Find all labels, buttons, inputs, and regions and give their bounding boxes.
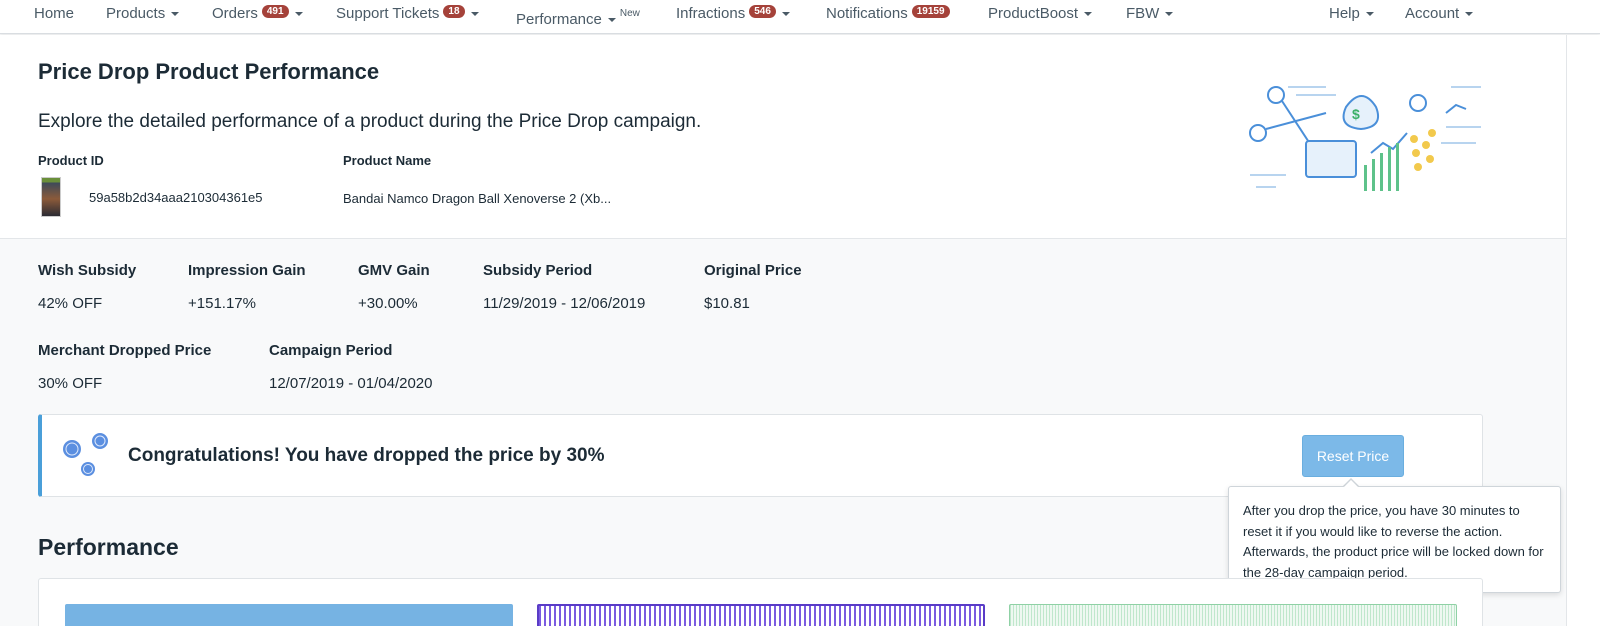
merchant-dropped-price-label: Merchant Dropped Price xyxy=(38,342,212,359)
support-badge: 18 xyxy=(443,5,465,18)
performance-chart-gmv xyxy=(1009,604,1457,626)
chevron-down-icon xyxy=(1084,12,1093,17)
nav-home[interactable]: Home xyxy=(34,0,74,30)
nav-support-tickets[interactable]: Support Tickets 18 xyxy=(336,0,479,30)
nav-notifications-label: Notifications xyxy=(826,5,908,22)
chevron-down-icon xyxy=(1165,12,1174,17)
page-title: Price Drop Product Performance xyxy=(38,59,380,84)
infractions-badge: 546 xyxy=(749,5,776,18)
original-price-label: Original Price xyxy=(704,262,802,279)
chevron-down-icon xyxy=(294,12,303,17)
success-message: Congratulations! You have dropped the pr… xyxy=(128,445,605,466)
nav-productboost-label: ProductBoost xyxy=(988,5,1079,22)
impression-gain-label: Impression Gain xyxy=(188,262,306,279)
subsidy-period-label: Subsidy Period xyxy=(483,262,593,279)
performance-card xyxy=(38,578,1483,626)
product-id-label: Product ID xyxy=(38,153,104,168)
product-id-value: 59a58b2d34aaa210304361e5 xyxy=(89,190,263,205)
top-nav: Home Products Orders 491 Support Tickets 1… xyxy=(0,0,1600,34)
impression-gain-value: +151.17% xyxy=(188,295,256,312)
product-thumbnail xyxy=(41,177,61,217)
nav-account-label: Account xyxy=(1405,5,1460,22)
wish-subsidy-value: 42% OFF xyxy=(38,295,103,312)
merchant-dropped-price-value: 30% OFF xyxy=(38,375,103,392)
nav-products-label: Products xyxy=(106,5,166,22)
performance-chart-impressions xyxy=(65,604,513,626)
nav-performance-label: Performance xyxy=(516,11,602,28)
svg-text:$: $ xyxy=(1352,106,1360,122)
nav-productboost[interactable]: ProductBoost xyxy=(988,0,1093,30)
chevron-down-icon xyxy=(781,12,790,17)
product-name-label: Product Name xyxy=(343,153,432,168)
gmv-gain-value: +30.00% xyxy=(358,295,418,312)
nav-fbw[interactable]: FBW xyxy=(1126,0,1174,30)
nav-performance[interactable]: Performance New xyxy=(516,0,640,30)
nav-fbw-label: FBW xyxy=(1126,5,1160,22)
orders-badge: 491 xyxy=(261,5,289,18)
nav-infractions-label: Infractions xyxy=(676,5,746,22)
gmv-gain-label: GMV Gain xyxy=(358,262,430,279)
chevron-down-icon xyxy=(1365,12,1374,17)
chevron-down-icon xyxy=(470,12,479,17)
subsidy-period-value: 11/29/2019 - 12/06/2019 xyxy=(483,295,646,312)
campaign-period-value: 12/07/2019 - 01/04/2020 xyxy=(269,375,433,392)
success-banner: Congratulations! You have dropped the pr… xyxy=(38,414,1483,497)
nav-orders[interactable]: Orders 491 xyxy=(212,0,303,30)
original-price-value: $10.81 xyxy=(704,295,750,312)
chevron-down-icon xyxy=(171,12,180,17)
price-drop-illustration-icon: $ xyxy=(1249,86,1481,191)
nav-products[interactable]: Products xyxy=(106,0,180,30)
reset-price-tooltip: After you drop the price, you have 30 mi… xyxy=(1228,486,1561,593)
page-description: Explore the detailed performance of a pr… xyxy=(38,111,702,132)
new-tag: New xyxy=(619,8,640,19)
campaign-period-label: Campaign Period xyxy=(269,342,393,359)
nav-help[interactable]: Help xyxy=(1329,0,1374,30)
performance-title: Performance xyxy=(38,534,179,560)
reset-price-button[interactable]: Reset Price xyxy=(1302,435,1404,477)
nav-infractions[interactable]: Infractions 546 xyxy=(676,0,790,30)
notifications-badge: 19159 xyxy=(911,5,950,18)
chevron-down-icon xyxy=(1465,12,1474,17)
tooltip-arrow-inner xyxy=(1343,480,1359,488)
nav-home-label: Home xyxy=(34,5,75,22)
nav-notifications[interactable]: Notifications 19159 xyxy=(826,0,950,30)
scrollbar-track[interactable] xyxy=(1566,35,1600,626)
coins-icon xyxy=(63,433,108,476)
nav-orders-label: Orders xyxy=(212,5,258,22)
product-header: Price Drop Product Performance Explore t… xyxy=(0,35,1566,239)
performance-chart-orders xyxy=(537,604,985,626)
chevron-down-icon xyxy=(607,18,616,23)
nav-help-label: Help xyxy=(1329,5,1360,22)
nav-support-label: Support Tickets xyxy=(336,5,440,22)
nav-account[interactable]: Account xyxy=(1405,0,1474,30)
product-name-value: Bandai Namco Dragon Ball Xenoverse 2 (Xb… xyxy=(343,191,612,206)
wish-subsidy-label: Wish Subsidy xyxy=(38,262,137,279)
